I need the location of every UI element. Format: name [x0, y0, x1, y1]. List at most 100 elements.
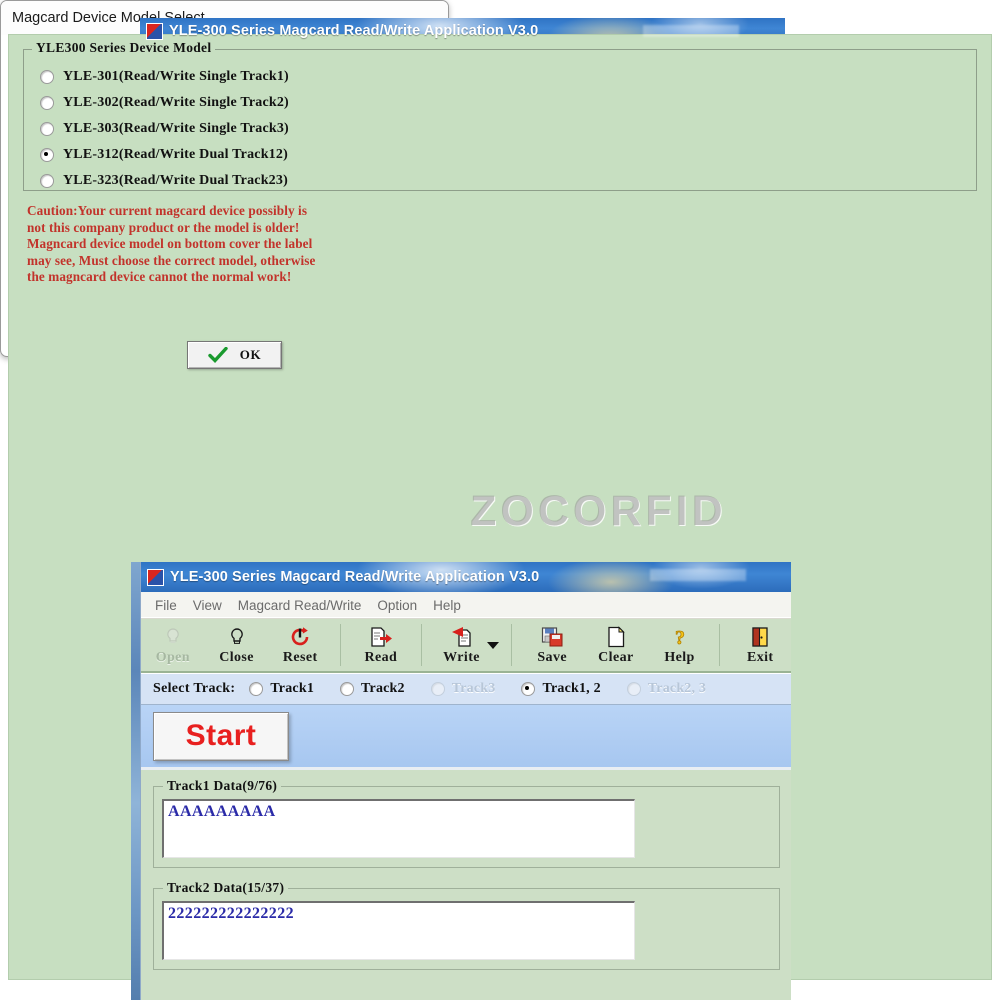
toolbar-label-clear-bottom: Clear [598, 649, 634, 665]
radio-yle303[interactable] [40, 122, 54, 136]
checkmark-icon [208, 347, 228, 363]
device-model-group-title: YLE300 Series Device Model [32, 40, 216, 56]
exit-door-icon-bottom [749, 626, 771, 648]
radio-yle301[interactable] [40, 70, 54, 84]
track-option-track3: Track3 [430, 681, 496, 697]
track-data-pane: Track1 Data(9/76) AAAAAAAAA Track2 Data(… [141, 770, 791, 970]
track-label-track3: Track3 [451, 681, 496, 696]
radio-track2[interactable] [340, 682, 355, 696]
write-arrow-icon-bottom [451, 626, 473, 648]
toolbar-separator-2-bottom [420, 624, 422, 666]
app-logo-icon-bottom [147, 568, 164, 586]
track1-data-input[interactable]: AAAAAAAAA [162, 799, 635, 858]
track-option-track2[interactable]: Track2 [340, 681, 405, 697]
start-button[interactable]: Start [153, 711, 289, 761]
toolbar-button-clear-bottom[interactable]: Clear [584, 619, 648, 671]
radio-track1-2[interactable] [521, 682, 536, 696]
ok-button-label: OK [239, 347, 262, 362]
bottom-window-frame: YLE-300 Series Magcard Read/Write Applic… [140, 562, 791, 1000]
bottom-window-toolbar: Open Close Reset Read Write Save Clear ?… [141, 619, 791, 673]
toolbar-separator-3-bottom [511, 624, 513, 666]
menu-item-option-bottom[interactable]: Option [377, 598, 417, 613]
model-option-yle312[interactable]: YLE-312(Read/Write Dual Track12) [24, 142, 976, 168]
select-track-bar: Select Track: Track1 Track2 Track3 Track… [141, 673, 791, 705]
svg-text:?: ? [675, 627, 685, 648]
magcard-device-model-dialog: Magcard Device Model Select YLE300 Serie… [0, 0, 992, 980]
track2-group-title: Track2 Data(15/37) [163, 880, 289, 896]
radio-yle302[interactable] [40, 96, 54, 110]
app-logo-icon [146, 22, 163, 40]
read-arrow-icon-bottom [370, 626, 392, 648]
titlebar-ghost-artifact-bottom [650, 569, 746, 581]
model-option-yle323[interactable]: YLE-323(Read/Write Dual Track23) [24, 168, 976, 194]
save-disk-icon-bottom [541, 626, 563, 648]
track-label-track1: Track1 [270, 681, 315, 696]
track-option-track1-2[interactable]: Track1, 2 [521, 681, 601, 697]
track1-group-title: Track1 Data(9/76) [163, 778, 282, 794]
toolbar-separator-4-bottom [719, 624, 721, 666]
bottom-window-title: YLE-300 Series Magcard Read/Write Applic… [170, 569, 540, 585]
radio-track1[interactable] [249, 682, 264, 696]
write-dropdown-caret-icon-bottom[interactable] [487, 641, 500, 649]
bottom-application-window: YLE-300 Series Magcard Read/Write Applic… [131, 562, 791, 1000]
radio-track2-3 [626, 682, 641, 696]
toolbar-button-help-bottom[interactable]: ? Help [648, 619, 712, 671]
toolbar-button-write-bottom[interactable]: Write [430, 619, 494, 671]
screenshot-root: YLE-300 Series Magcard Read/Write Applic… [0, 0, 1000, 1000]
toolbar-button-close-bottom[interactable]: Close [205, 619, 269, 671]
model-option-yle302[interactable]: YLE-302(Read/Write Single Track2) [24, 90, 976, 116]
bottom-window-menubar: File View Magcard Read/Write Option Help [141, 592, 791, 619]
device-model-groupbox: YLE300 Series Device Model YLE-301(Read/… [23, 40, 977, 194]
track2-data-input[interactable]: 222222222222222 [162, 901, 635, 960]
titlebar-ghost-artifact [643, 25, 739, 37]
track-option-track1[interactable]: Track1 [249, 681, 314, 697]
toolbar-label-close-bottom: Close [219, 649, 254, 665]
menu-item-magcard-bottom[interactable]: Magcard Read/Write [238, 598, 362, 613]
reset-circle-icon-bottom [289, 626, 311, 648]
model-label-yle303: YLE-303(Read/Write Single Track3) [63, 121, 289, 136]
model-option-yle301[interactable]: YLE-301(Read/Write Single Track1) [24, 64, 976, 90]
model-option-yle303[interactable]: YLE-303(Read/Write Single Track3) [24, 116, 976, 142]
top-window-title: YLE-300 Series Magcard Read/Write Applic… [169, 23, 539, 39]
select-track-label: Select Track: [153, 681, 236, 696]
desktop-background-strip [131, 562, 140, 1000]
menu-item-file-bottom[interactable]: File [155, 598, 177, 613]
toolbar-separator-1-bottom [340, 624, 342, 666]
caution-text: Caution:Your current magcard device poss… [27, 203, 316, 285]
menu-item-help-bottom[interactable]: Help [433, 598, 461, 613]
toolbar-label-exit-bottom: Exit [746, 649, 774, 665]
blank-page-icon-bottom [605, 625, 627, 648]
toolbar-button-exit-bottom[interactable]: Exit [728, 619, 791, 671]
toolbar-label-open-bottom: Open [155, 649, 190, 665]
toolbar-label-read-bottom: Read [364, 649, 398, 665]
toolbar-button-reset-bottom[interactable]: Reset [268, 619, 332, 671]
start-button-label: Start [185, 719, 257, 752]
menu-item-view-bottom[interactable]: View [193, 598, 222, 613]
radio-yle323[interactable] [40, 174, 54, 188]
track2-data-group: Track2 Data(15/37) 222222222222222 [153, 880, 780, 970]
model-label-yle323: YLE-323(Read/Write Dual Track23) [63, 173, 288, 188]
question-mark-icon-bottom: ? [669, 626, 691, 648]
model-label-yle312: YLE-312(Read/Write Dual Track12) [63, 147, 288, 162]
track1-data-group: Track1 Data(9/76) AAAAAAAAA [153, 778, 780, 868]
track-option-track2-3: Track2, 3 [626, 681, 707, 697]
start-pane: Start [141, 705, 791, 770]
track-label-track2-3: Track2, 3 [647, 681, 707, 696]
track-label-track2: Track2 [361, 681, 405, 696]
ok-button[interactable]: OK [187, 341, 282, 369]
bulb-icon-bottom [162, 626, 184, 648]
toolbar-button-save-bottom[interactable]: Save [520, 619, 584, 671]
track-label-track1-2: Track1, 2 [542, 681, 601, 696]
toolbar-label-save-bottom: Save [537, 649, 567, 665]
toolbar-button-open-bottom[interactable]: Open [141, 619, 205, 671]
bulb-off-icon-bottom [226, 626, 248, 648]
radio-yle312[interactable] [40, 148, 54, 162]
toolbar-label-help-bottom: Help [664, 649, 695, 665]
bottom-window-titlebar: YLE-300 Series Magcard Read/Write Applic… [141, 562, 791, 592]
model-label-yle302: YLE-302(Read/Write Single Track2) [63, 95, 289, 110]
radio-track3 [430, 682, 445, 696]
model-label-yle301: YLE-301(Read/Write Single Track1) [63, 69, 289, 84]
toolbar-button-read-bottom[interactable]: Read [349, 619, 413, 671]
toolbar-label-write-bottom: Write [443, 649, 480, 665]
toolbar-label-reset-bottom: Reset [282, 649, 318, 665]
